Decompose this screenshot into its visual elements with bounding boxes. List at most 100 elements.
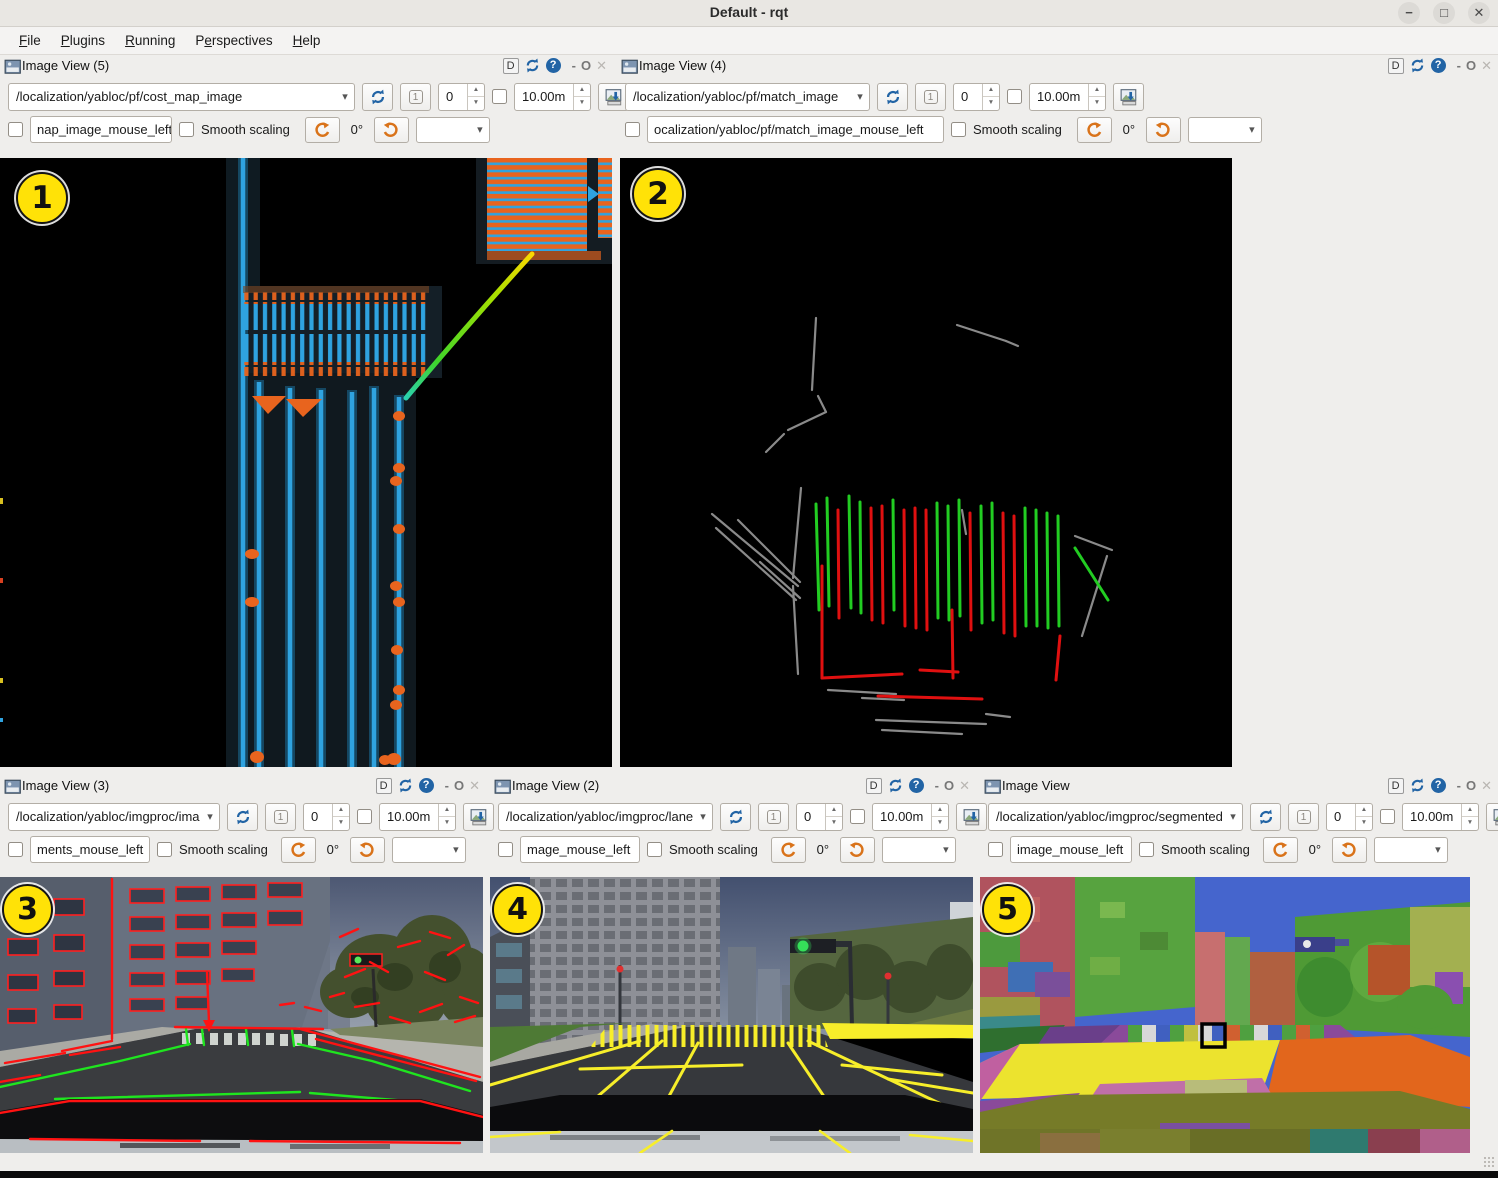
- help-icon[interactable]: ?: [419, 778, 434, 793]
- spin-up-icon[interactable]: ▲: [826, 804, 842, 818]
- close-panel-button[interactable]: ✕: [1481, 58, 1492, 74]
- snapshot-once-button[interactable]: 1: [1288, 803, 1319, 831]
- publish-click-checkbox[interactable]: [498, 842, 513, 857]
- collapse-button[interactable]: -: [572, 58, 576, 73]
- rotate-left-button[interactable]: [1077, 117, 1112, 143]
- save-image-button[interactable]: [1486, 803, 1498, 831]
- mouse-left-topic-field[interactable]: image_mouse_left: [1010, 836, 1132, 863]
- close-panel-button[interactable]: ✕: [959, 778, 970, 794]
- snapshot-once-button[interactable]: 1: [915, 83, 946, 111]
- spin-down-icon[interactable]: ▼: [1089, 97, 1105, 110]
- spin-down-icon[interactable]: ▼: [932, 817, 948, 830]
- frame-skip-spinbox[interactable]: 0 ▲▼: [796, 803, 843, 831]
- snapshot-once-button[interactable]: 1: [265, 803, 296, 831]
- float-button[interactable]: O: [581, 58, 591, 73]
- topic-combobox[interactable]: /localization/yabloc/imgproc/lane ▾: [498, 803, 713, 831]
- close-panel-button[interactable]: ✕: [596, 58, 607, 74]
- color-scheme-combobox[interactable]: ▾: [1374, 837, 1448, 863]
- refresh-topics-button[interactable]: [1250, 803, 1281, 831]
- reload-plugin-icon[interactable]: [397, 777, 414, 794]
- frame-skip-spinbox[interactable]: 0 ▲▼: [438, 83, 485, 111]
- panel-header[interactable]: Image View (2) D ? - O ✕: [490, 775, 976, 798]
- collapse-button[interactable]: -: [1457, 58, 1461, 73]
- float-button[interactable]: O: [454, 778, 464, 793]
- spin-up-icon[interactable]: ▲: [468, 84, 484, 98]
- rotate-right-button[interactable]: [1146, 117, 1181, 143]
- window-close-button[interactable]: ✕: [1468, 2, 1490, 24]
- spin-down-icon[interactable]: ▼: [1462, 817, 1478, 830]
- topic-combobox[interactable]: /localization/yabloc/pf/cost_map_image ▾: [8, 83, 355, 111]
- panel-header[interactable]: Image View (4) D ? - O ✕: [617, 55, 1498, 78]
- max-range-spinbox[interactable]: 10.00m ▲▼: [872, 803, 949, 831]
- rotate-left-button[interactable]: [281, 837, 316, 863]
- smooth-scaling-checkbox[interactable]: [179, 122, 194, 137]
- publish-click-checkbox[interactable]: [8, 122, 23, 137]
- smooth-scaling-checkbox[interactable]: [647, 842, 662, 857]
- color-scheme-combobox[interactable]: ▾: [392, 837, 466, 863]
- float-button[interactable]: O: [1466, 58, 1476, 73]
- panel-header[interactable]: Image View D ? - O ✕: [980, 775, 1498, 798]
- spin-down-icon[interactable]: ▼: [574, 97, 590, 110]
- dynamic-range-checkbox[interactable]: [492, 89, 507, 104]
- help-icon[interactable]: ?: [909, 778, 924, 793]
- help-icon[interactable]: ?: [1431, 778, 1446, 793]
- publish-click-checkbox[interactable]: [988, 842, 1003, 857]
- detach-button[interactable]: D: [1388, 58, 1404, 74]
- window-titlebar[interactable]: Default - rqt − □ ✕: [0, 0, 1498, 27]
- spin-down-icon[interactable]: ▼: [333, 817, 349, 830]
- spin-down-icon[interactable]: ▼: [439, 817, 455, 830]
- mouse-left-topic-field[interactable]: ocalization/yabloc/pf/match_image_mouse_…: [647, 116, 944, 143]
- snapshot-once-button[interactable]: 1: [758, 803, 789, 831]
- detach-button[interactable]: D: [503, 58, 519, 74]
- mouse-left-topic-field[interactable]: mage_mouse_left: [520, 836, 640, 863]
- detach-button[interactable]: D: [376, 778, 392, 794]
- max-range-spinbox[interactable]: 10.00m ▲▼: [379, 803, 456, 831]
- collapse-button[interactable]: -: [445, 778, 449, 793]
- reload-plugin-icon[interactable]: [887, 777, 904, 794]
- dynamic-range-checkbox[interactable]: [850, 809, 865, 824]
- snapshot-once-button[interactable]: 1: [400, 83, 431, 111]
- menu-help[interactable]: Help: [284, 30, 330, 51]
- spin-up-icon[interactable]: ▲: [1356, 804, 1372, 818]
- smooth-scaling-checkbox[interactable]: [157, 842, 172, 857]
- collapse-button[interactable]: -: [935, 778, 939, 793]
- dynamic-range-checkbox[interactable]: [1007, 89, 1022, 104]
- reload-plugin-icon[interactable]: [1409, 57, 1426, 74]
- topic-combobox[interactable]: /localization/yabloc/pf/match_image ▾: [625, 83, 870, 111]
- spin-up-icon[interactable]: ▲: [932, 804, 948, 818]
- help-icon[interactable]: ?: [1431, 58, 1446, 73]
- color-scheme-combobox[interactable]: ▾: [882, 837, 956, 863]
- rotate-left-button[interactable]: [771, 837, 806, 863]
- spin-up-icon[interactable]: ▲: [983, 84, 999, 98]
- publish-click-checkbox[interactable]: [625, 122, 640, 137]
- spin-down-icon[interactable]: ▼: [1356, 817, 1372, 830]
- max-range-spinbox[interactable]: 10.00m ▲▼: [1029, 83, 1106, 111]
- mouse-left-topic-field[interactable]: nap_image_mouse_left: [30, 116, 172, 143]
- refresh-topics-button[interactable]: [877, 83, 908, 111]
- reload-plugin-icon[interactable]: [524, 57, 541, 74]
- dynamic-range-checkbox[interactable]: [1380, 809, 1395, 824]
- rotate-right-button[interactable]: [840, 837, 875, 863]
- smooth-scaling-checkbox[interactable]: [951, 122, 966, 137]
- close-panel-button[interactable]: ✕: [469, 778, 480, 794]
- reload-plugin-icon[interactable]: [1409, 777, 1426, 794]
- menu-plugins[interactable]: Plugins: [52, 30, 114, 51]
- spin-up-icon[interactable]: ▲: [333, 804, 349, 818]
- float-button[interactable]: O: [1466, 778, 1476, 793]
- smooth-scaling-checkbox[interactable]: [1139, 842, 1154, 857]
- color-scheme-combobox[interactable]: ▾: [1188, 117, 1262, 143]
- detach-button[interactable]: D: [866, 778, 882, 794]
- float-button[interactable]: O: [944, 778, 954, 793]
- dynamic-range-checkbox[interactable]: [357, 809, 372, 824]
- panel-header[interactable]: Image View (5) D ? - O ✕: [0, 55, 613, 78]
- spin-up-icon[interactable]: ▲: [439, 804, 455, 818]
- panel-header[interactable]: Image View (3) D ? - O ✕: [0, 775, 486, 798]
- mouse-left-topic-field[interactable]: ments_mouse_left: [30, 836, 150, 863]
- spin-up-icon[interactable]: ▲: [1462, 804, 1478, 818]
- collapse-button[interactable]: -: [1457, 778, 1461, 793]
- help-icon[interactable]: ?: [546, 58, 561, 73]
- max-range-spinbox[interactable]: 10.00m ▲▼: [1402, 803, 1479, 831]
- resize-grip[interactable]: [1483, 1156, 1495, 1168]
- menu-running[interactable]: Running: [116, 30, 184, 51]
- spin-down-icon[interactable]: ▼: [468, 97, 484, 110]
